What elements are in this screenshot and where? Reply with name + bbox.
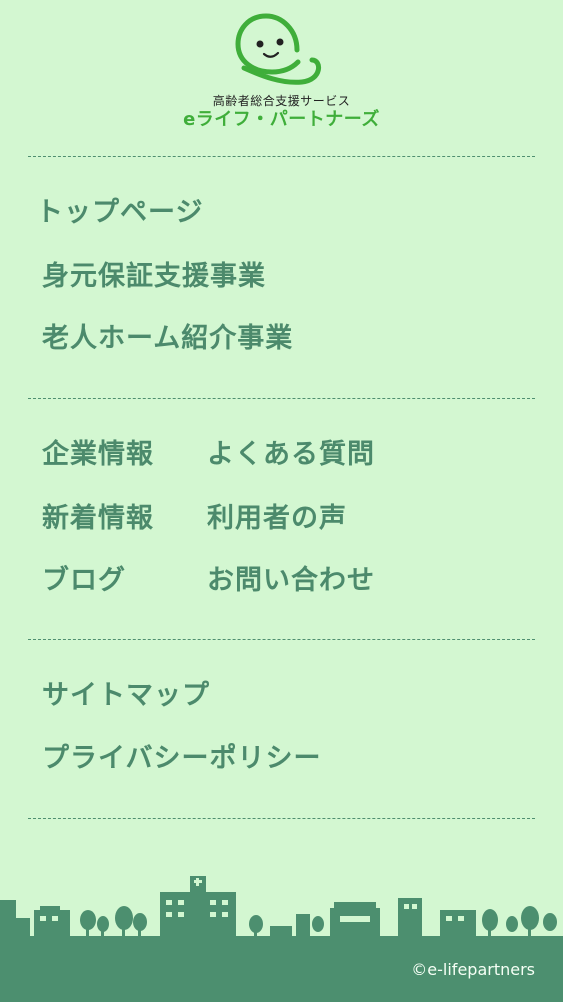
nav-link-blog[interactable]: ブログ bbox=[42, 558, 126, 597]
nav-link-testimonials[interactable]: 利用者の声 bbox=[207, 496, 347, 535]
divider bbox=[28, 156, 535, 157]
nav-link-faq[interactable]: よくある質問 bbox=[207, 432, 375, 471]
site-logo[interactable]: 高齢者総合支援サービス eライフ・パートナーズ bbox=[0, 0, 563, 140]
divider bbox=[28, 818, 535, 819]
nav-link-sitemap[interactable]: サイトマップ bbox=[42, 673, 210, 712]
nav-link-company-info[interactable]: 企業情報 bbox=[42, 432, 154, 471]
copyright-text: ©e-lifepartners bbox=[411, 960, 535, 979]
nav-link-privacy-policy[interactable]: プライバシーポリシー bbox=[42, 736, 321, 775]
city-skyline-illustration bbox=[0, 876, 563, 940]
nav-link-contact[interactable]: お問い合わせ bbox=[207, 558, 375, 597]
divider bbox=[28, 639, 535, 640]
smiley-e-logo-icon bbox=[235, 13, 321, 85]
nav-link-nursing-home-referral[interactable]: 老人ホーム紹介事業 bbox=[42, 316, 293, 355]
nav-link-top-page[interactable]: トップページ bbox=[36, 190, 203, 229]
divider bbox=[28, 398, 535, 399]
nav-link-news[interactable]: 新着情報 bbox=[42, 496, 154, 535]
nav-link-identity-guarantee[interactable]: 身元保証支援事業 bbox=[42, 254, 266, 293]
logo-brand-name: eライフ・パートナーズ bbox=[183, 109, 380, 130]
